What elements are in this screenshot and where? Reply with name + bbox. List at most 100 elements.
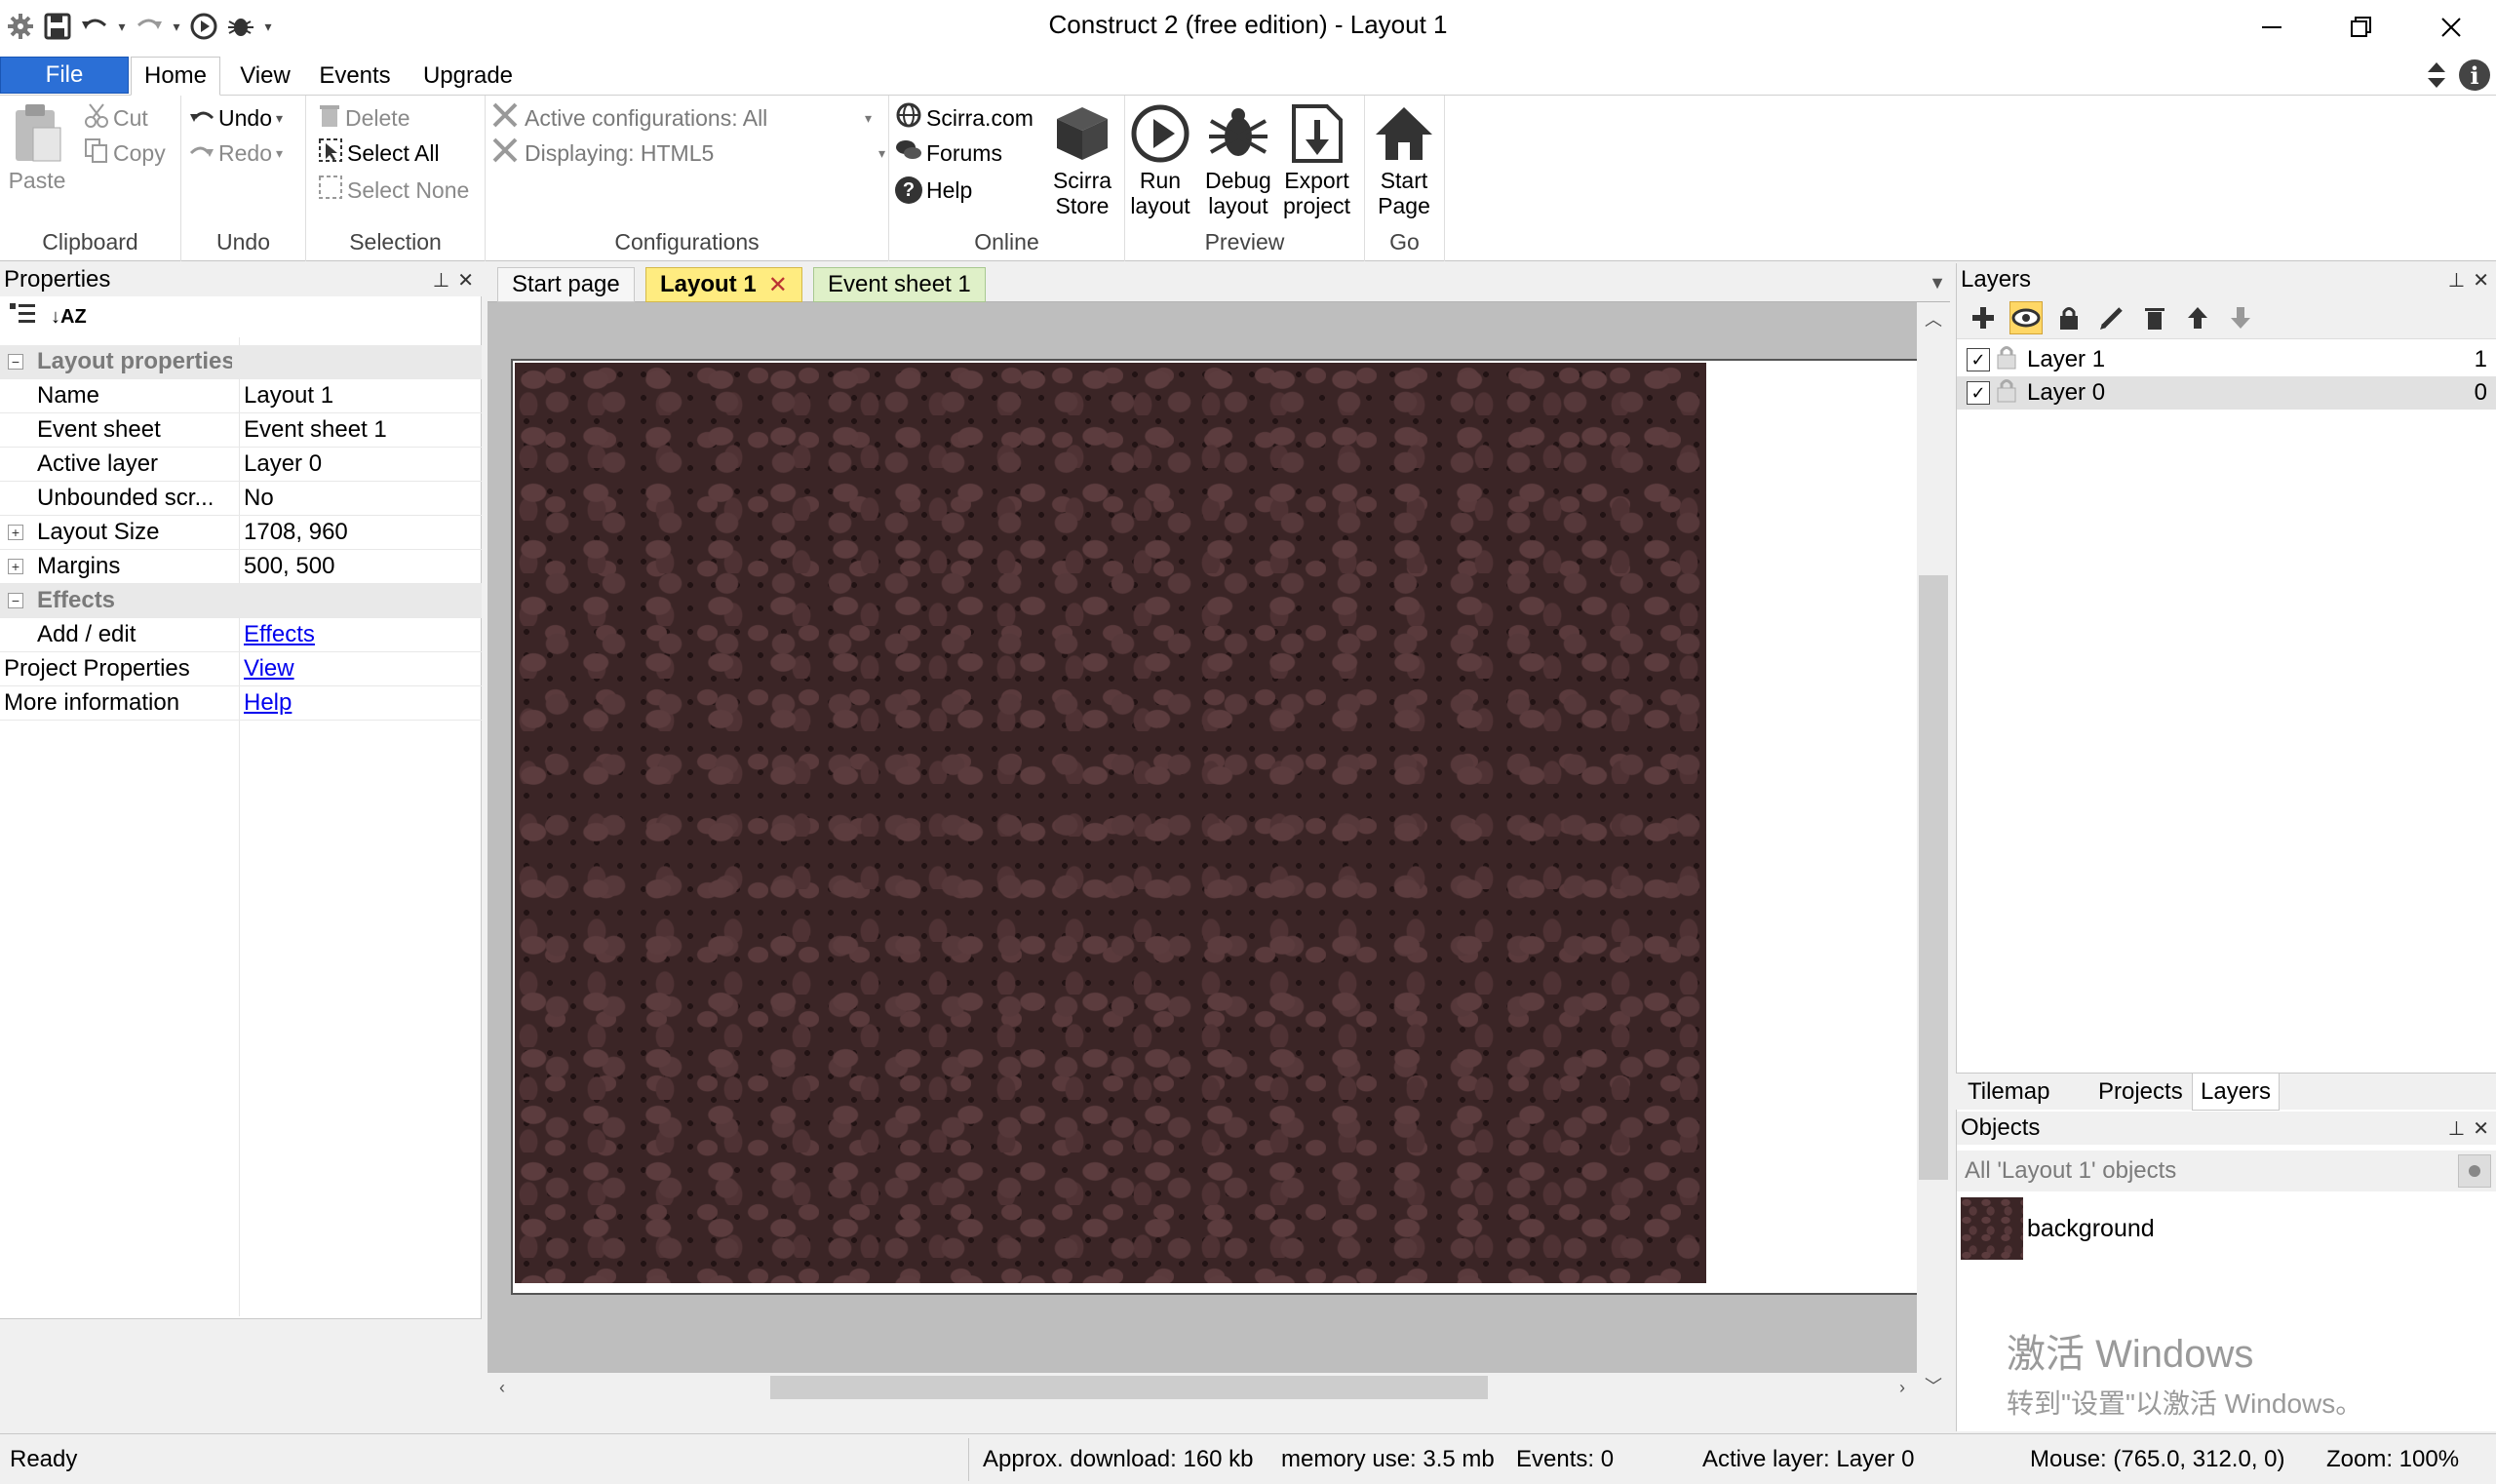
delete-button[interactable]: Delete (318, 101, 410, 135)
horizontal-scroll-thumb[interactable] (770, 1376, 1488, 1399)
property-row-layout-size[interactable]: + Layout Size 1708, 960 (0, 516, 482, 550)
close-tab-icon[interactable]: ✕ (768, 271, 788, 299)
property-row-active-layer[interactable]: Active layer Layer 0 (0, 448, 482, 482)
property-row-project-properties[interactable]: Project Properties View (0, 652, 482, 686)
pencil-edit-icon[interactable] (2095, 301, 2128, 334)
property-value[interactable]: Layer 0 (244, 450, 322, 478)
object-filter-bar[interactable]: All 'Layout 1' objects (1957, 1151, 2496, 1191)
layer-visibility-checkbox[interactable]: ✓ (1967, 348, 1990, 371)
view-link[interactable]: View (244, 655, 294, 682)
layout-canvas[interactable] (488, 302, 1917, 1402)
horizontal-scrollbar[interactable]: ‹ › (488, 1373, 1917, 1402)
copy-label: Copy (113, 139, 166, 166)
property-row-margins[interactable]: + Margins 500, 500 (0, 550, 482, 584)
property-value[interactable]: 1708, 960 (244, 519, 348, 546)
layer-lock-icon[interactable] (1996, 344, 2017, 376)
layout-area[interactable] (511, 359, 1917, 1295)
layer-lock-icon[interactable] (1996, 377, 2017, 410)
select-none-button[interactable]: Select None (318, 174, 469, 207)
add-layer-icon[interactable] (1967, 301, 2000, 334)
tab-events[interactable]: Events (310, 57, 400, 96)
property-value[interactable]: No (244, 485, 274, 512)
forums-link[interactable]: Forums (895, 137, 1002, 170)
background-object[interactable] (515, 363, 1706, 1283)
layer-row-selected[interactable]: ✓ Layer 0 0 (1957, 376, 2496, 410)
pin-icon[interactable]: ⊥ (2448, 1116, 2465, 1141)
tab-tilemap[interactable]: Tilemap (1960, 1074, 2057, 1111)
expand-icon[interactable]: + (8, 559, 23, 574)
tab-layers[interactable]: Layers (2192, 1074, 2281, 1111)
scroll-right-icon[interactable]: › (1888, 1373, 1917, 1402)
restore-button[interactable] (2317, 0, 2406, 55)
clipboard-group-label: Clipboard (42, 229, 138, 254)
layer-row[interactable]: ✓ Layer 1 1 (1957, 343, 2496, 376)
delete-layer-icon[interactable] (2138, 301, 2171, 334)
select-all-button[interactable]: Select All (318, 137, 440, 170)
tab-layout-1[interactable]: Layout 1 ✕ (645, 267, 802, 302)
paste-button[interactable]: Paste (6, 99, 68, 193)
info-icon[interactable]: i (2459, 59, 2490, 91)
expand-icon[interactable]: + (8, 525, 23, 540)
move-layer-down-icon[interactable] (2224, 301, 2257, 334)
close-icon[interactable]: ✕ (457, 268, 474, 293)
pin-icon[interactable]: ⊥ (433, 268, 449, 293)
collapse-icon[interactable]: − (8, 354, 23, 370)
tab-list-dropdown-icon[interactable]: ▼ (1929, 273, 1946, 293)
vertical-scroll-thumb[interactable] (1919, 575, 1948, 1180)
scirra-link[interactable]: Scirra.com (895, 101, 1034, 135)
property-row-unbounded-scrolling[interactable]: Unbounded scr... No (0, 482, 482, 516)
active-configurations-dropdown[interactable]: Active configurations: All ▾ (491, 101, 872, 135)
tab-start-page[interactable]: Start page (497, 267, 635, 302)
property-value[interactable]: Layout 1 (244, 382, 333, 410)
property-key: Layout Size (37, 519, 160, 545)
category-layout-properties[interactable]: − Layout properties (0, 345, 482, 379)
tab-home[interactable]: Home (131, 57, 220, 96)
property-value[interactable]: 500, 500 (244, 553, 334, 580)
minimize-button[interactable] (2227, 0, 2317, 55)
help-link-property[interactable]: Help (244, 689, 292, 716)
tab-upgrade[interactable]: Upgrade (410, 57, 526, 96)
help-link[interactable]: ? Help (895, 174, 972, 207)
property-row-name[interactable]: Name Layout 1 (0, 379, 482, 413)
start-page-button[interactable]: Start Page (1373, 99, 1435, 218)
pin-icon[interactable]: ⊥ (2448, 268, 2465, 293)
filter-options-icon[interactable] (2458, 1154, 2491, 1188)
scirra-store-button[interactable]: Scirra Store (1051, 99, 1113, 218)
lock-icon[interactable] (2052, 301, 2086, 334)
layer-visibility-checkbox[interactable]: ✓ (1967, 381, 1990, 405)
vertical-scrollbar[interactable]: ︿ ﹀ (1917, 302, 1950, 1402)
tab-event-sheet-1[interactable]: Event sheet 1 (813, 267, 986, 302)
move-layer-up-icon[interactable] (2181, 301, 2214, 334)
effects-link[interactable]: Effects (244, 621, 315, 647)
property-value[interactable]: Event sheet 1 (244, 416, 387, 444)
debug-layout-button[interactable]: Debug layout (1205, 99, 1271, 218)
scroll-up-icon[interactable]: ︿ (1917, 306, 1950, 332)
file-tab[interactable]: File (0, 57, 129, 94)
close-icon[interactable]: ✕ (2473, 1116, 2489, 1141)
categorized-icon[interactable] (8, 300, 37, 334)
category-effects[interactable]: − Effects (0, 584, 482, 618)
ribbon-collapse-icon[interactable] (2422, 59, 2451, 92)
collapse-icon[interactable]: − (8, 593, 23, 608)
tab-view[interactable]: View (230, 57, 300, 96)
cut-button[interactable]: Cut (84, 101, 148, 135)
alphabetical-sort-icon[interactable]: ↓AZ (51, 306, 87, 329)
property-row-add-edit-effects[interactable]: Add / edit Effects (0, 618, 482, 652)
run-layout-button[interactable]: Run layout (1129, 99, 1191, 218)
object-name: background (2027, 1214, 2155, 1242)
export-project-button[interactable]: Export project (1283, 99, 1350, 218)
tab-projects[interactable]: Projects (2090, 1074, 2191, 1111)
displaying-dropdown[interactable]: Displaying: HTML5 ▾ (491, 137, 885, 170)
property-row-more-information[interactable]: More information Help (0, 686, 482, 721)
scroll-down-icon[interactable]: ﹀ (1917, 1373, 1950, 1398)
scroll-left-icon[interactable]: ‹ (488, 1373, 517, 1402)
object-item[interactable]: background (1961, 1197, 2155, 1260)
property-row-event-sheet[interactable]: Event sheet Event sheet 1 (0, 413, 482, 448)
copy-button[interactable]: Copy (84, 137, 166, 170)
redo-button[interactable]: Redo ▾ (189, 137, 283, 170)
eye-visibility-icon[interactable] (2009, 300, 2043, 334)
close-icon[interactable]: ✕ (2473, 268, 2489, 293)
close-button[interactable] (2406, 0, 2496, 55)
undo-button[interactable]: Undo ▾ (189, 101, 283, 135)
status-memory: memory use: 3.5 mb (1281, 1446, 1495, 1472)
